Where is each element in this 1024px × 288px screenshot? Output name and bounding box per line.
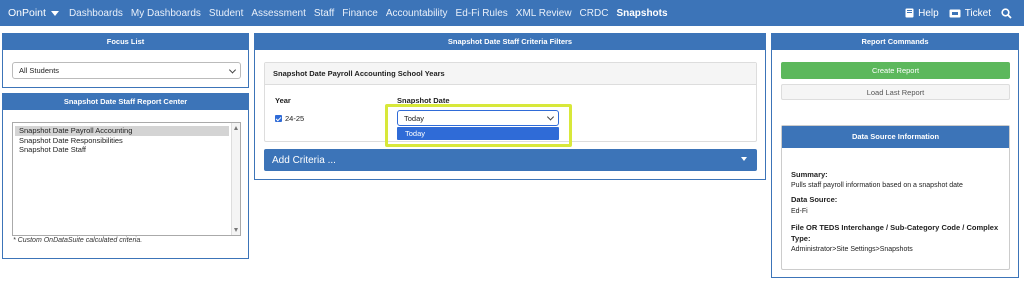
focus-list-select[interactable]: All Students (12, 62, 241, 79)
search-button[interactable] (1001, 7, 1016, 19)
snapshot-option-label: Today (405, 129, 426, 138)
onpoint-menu[interactable]: OnPoint (8, 7, 59, 19)
nav-student[interactable]: Student (209, 8, 243, 19)
ticket-label: Ticket (964, 7, 991, 19)
year-value: 24-25 (285, 114, 305, 123)
nav-assessment[interactable]: Assessment (251, 8, 305, 19)
chevron-down-icon (546, 113, 555, 121)
snapshot-date-value: Today (404, 113, 425, 123)
nav-accountability[interactable]: Accountability (386, 8, 448, 19)
report-option-payroll[interactable]: Snapshot Date Payroll Accounting (15, 126, 229, 136)
scroll-down-icon[interactable] (234, 228, 238, 232)
add-criteria-button[interactable]: Add Criteria ... (264, 149, 757, 171)
year-checkbox[interactable] (275, 115, 282, 122)
criteria-title: Snapshot Date Staff Criteria Filters (255, 34, 765, 50)
brand-label: OnPoint (8, 7, 46, 19)
nav-ed-fi-rules[interactable]: Ed-Fi Rules (456, 8, 508, 19)
custom-criteria-note: * Custom OnDataSuite calculated criteria… (13, 237, 143, 244)
chevron-down-icon (228, 65, 237, 74)
search-icon (1001, 7, 1012, 19)
criteria-panel: Snapshot Date Staff Criteria Filters Sna… (254, 33, 766, 180)
load-last-report-button[interactable]: Load Last Report (781, 84, 1010, 100)
nav-snapshots[interactable]: Snapshots (616, 8, 667, 19)
help-label: Help (918, 7, 939, 19)
ticket-link[interactable]: Ticket (949, 8, 991, 19)
top-nav: OnPoint Dashboards My Dashboards Student… (0, 0, 1024, 26)
scroll-up-icon[interactable] (234, 126, 238, 130)
book-icon (905, 8, 914, 18)
nav-crdc[interactable]: CRDC (580, 8, 609, 19)
nav-xml-review[interactable]: XML Review (516, 8, 572, 19)
focus-list-value: All Students (19, 66, 60, 75)
report-option-staff[interactable]: Snapshot Date Staff (15, 145, 229, 155)
report-commands-panel: Report Commands Create Report Load Last … (771, 33, 1019, 278)
nav-staff[interactable]: Staff (314, 8, 334, 19)
caret-down-icon (741, 157, 747, 161)
help-link[interactable]: Help (905, 8, 939, 19)
focus-list-panel: Focus List All Students (2, 33, 249, 88)
create-report-button[interactable]: Create Report (781, 62, 1010, 79)
year-label: Year (275, 96, 291, 105)
focus-list-title: Focus List (3, 34, 248, 50)
school-years-title: Snapshot Date Payroll Accounting School … (265, 63, 756, 85)
data-source-text: Ed-Fi (791, 208, 808, 215)
listbox-scrollbar[interactable] (231, 123, 240, 235)
summary-label: Summary: (791, 170, 828, 179)
snapshot-date-select[interactable]: Today (397, 110, 559, 126)
nav-my-dashboards[interactable]: My Dashboards (131, 8, 201, 19)
nav-finance[interactable]: Finance (342, 8, 378, 19)
data-source-title: Data Source Information (782, 126, 1009, 148)
ticket-icon (949, 9, 961, 17)
data-source-label: Data Source: (791, 195, 838, 204)
report-center-title: Snapshot Date Staff Report Center (3, 94, 248, 110)
snapshot-option-today[interactable]: Today (397, 127, 559, 140)
report-option-responsibilities[interactable]: Snapshot Date Responsibilities (15, 136, 229, 146)
nav-dashboards[interactable]: Dashboards (69, 8, 123, 19)
report-commands-title: Report Commands (772, 34, 1018, 50)
nav-right: Help Ticket (895, 0, 1016, 26)
file-interchange-text: Administrator>Site Settings>Snapshots (791, 246, 913, 253)
add-criteria-label: Add Criteria ... (272, 154, 336, 166)
report-listbox[interactable]: Snapshot Date Payroll Accounting Snapsho… (12, 122, 241, 236)
file-interchange-label: File OR TEDS Interchange / Sub-Category … (791, 223, 999, 243)
summary-text: Pulls staff payroll information based on… (791, 182, 963, 189)
report-center-panel: Snapshot Date Staff Report Center Snapsh… (2, 93, 249, 259)
caret-down-icon (50, 10, 59, 16)
